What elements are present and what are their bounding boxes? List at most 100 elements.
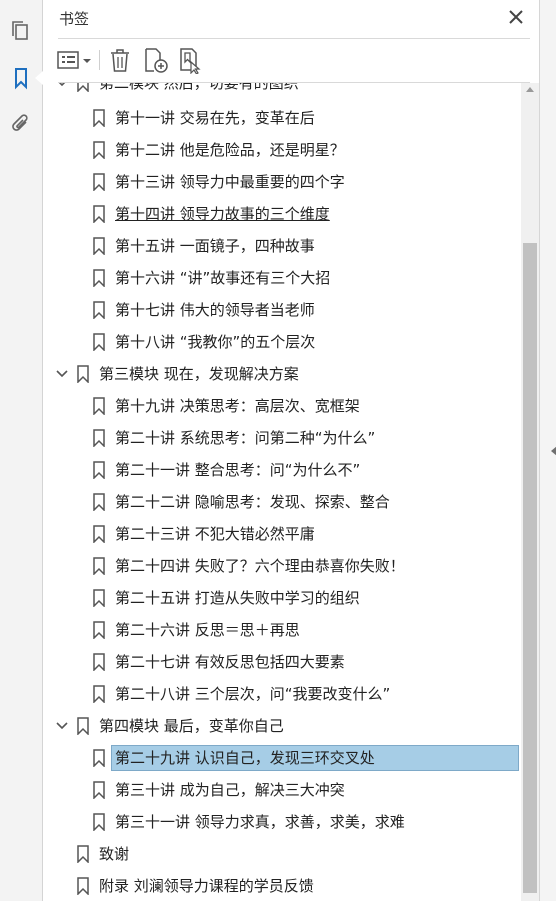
- bookmark-lecture-30[interactable]: 第三十讲 成为自己，解决三大冲突: [43, 776, 523, 804]
- bookmark-module-4[interactable]: 第四模块 最后，变革你自己: [43, 712, 523, 740]
- close-icon[interactable]: [505, 6, 527, 28]
- bookmark-lecture-23[interactable]: 第二十三讲 不犯大错必然平庸: [43, 520, 523, 548]
- new-bookmark-icon[interactable]: [142, 46, 170, 74]
- options-menu-icon[interactable]: [57, 46, 95, 74]
- bookmark-lecture-24[interactable]: 第二十四讲 失败了？六个理由恭喜你失败！: [43, 552, 523, 580]
- bookmark-lecture-20[interactable]: 第二十讲 系统思考：问第二种“为什么”: [43, 424, 523, 452]
- bookmark-lecture-11[interactable]: 第十一讲 交易在先，变革在后: [43, 104, 523, 132]
- bookmark-label: 第二十三讲 不犯大错必然平庸: [115, 525, 315, 543]
- bookmark-label: 第二十讲 系统思考：问第二种“为什么”: [115, 429, 376, 447]
- bookmark-icon: [93, 557, 105, 575]
- bookmark-icon: [93, 173, 105, 191]
- bookmark-label: 致谢: [99, 845, 130, 863]
- bookmark-icon: [93, 621, 105, 639]
- vertical-scrollbar[interactable]: [521, 83, 539, 901]
- bookmark-label: 第十四讲 领导力故事的三个维度: [115, 205, 330, 223]
- bookmark-label: 第十三讲 领导力中最重要的四个字: [115, 173, 345, 191]
- bookmark-label: 第二十一讲 整合思考：问“为什么不”: [115, 461, 361, 479]
- header-divider: [58, 38, 530, 39]
- active-panel-indicator: [35, 71, 43, 85]
- bookmark-icon[interactable]: [9, 66, 33, 90]
- bookmark-icon: [93, 109, 105, 127]
- attachment-icon[interactable]: [9, 112, 33, 136]
- bookmark-icon: [93, 269, 105, 287]
- bookmark-label: 第二模块 然后，切要有的图织: [99, 83, 299, 92]
- bookmarks-panel: 书签 第二模块 然后，切要有的图织 第十一讲 交易在先，变革在后 第十二讲 他是…: [43, 0, 539, 901]
- bookmark-icon: [77, 83, 89, 92]
- bookmark-icon: [93, 333, 105, 351]
- bookmark-lecture-14[interactable]: 第十四讲 领导力故事的三个维度: [43, 200, 523, 228]
- bookmark-label: 第三十讲 成为自己，解决三大冲突: [115, 781, 345, 799]
- bookmark-icon: [77, 877, 89, 895]
- bookmark-icon: [93, 429, 105, 447]
- bookmark-icon: [93, 813, 105, 831]
- scroll-thumb[interactable]: [523, 243, 537, 893]
- bookmark-lecture-19[interactable]: 第十九讲 决策思考：高层次、宽框架: [43, 392, 523, 420]
- bookmark-icon: [93, 141, 105, 159]
- bookmark-icon: [93, 397, 105, 415]
- chevron-down-icon[interactable]: [55, 83, 69, 90]
- bookmark-label: 第二十九讲 认识自己，发现三环交叉处: [111, 745, 519, 771]
- collapse-arrow-icon[interactable]: [551, 446, 556, 456]
- bookmark-label: 第二十四讲 失败了？六个理由恭喜你失败！: [115, 557, 405, 575]
- bookmark-label: 第二十七讲 有效反思包括四大要素: [115, 653, 345, 671]
- bookmark-label: 第二十五讲 打造从失败中学习的组织: [115, 589, 360, 607]
- delete-icon[interactable]: [108, 46, 132, 74]
- bookmark-icon: [77, 845, 89, 863]
- bookmark-lecture-12[interactable]: 第十二讲 他是危险品，还是明星？: [43, 136, 523, 164]
- bookmark-appendix[interactable]: 附录 刘澜领导力课程的学员反馈: [43, 872, 523, 900]
- bookmark-label: 附录 刘澜领导力课程的学员反馈: [99, 877, 314, 895]
- bookmark-icon: [93, 589, 105, 607]
- bookmark-lecture-29-selected[interactable]: 第二十九讲 认识自己，发现三环交叉处: [43, 744, 523, 772]
- bookmark-lecture-18[interactable]: 第十八讲 “我教你”的五个层次: [43, 328, 523, 356]
- bookmark-lecture-13[interactable]: 第十三讲 领导力中最重要的四个字: [43, 168, 523, 196]
- panel-title: 书签: [59, 10, 90, 28]
- bookmark-label: 第四模块 最后，变革你自己: [99, 717, 284, 735]
- bookmark-label: 第十六讲 “讲”故事还有三个大招: [115, 269, 331, 287]
- bookmarks-toolbar: [43, 44, 539, 78]
- bookmarks-tree: 第二模块 然后，切要有的图织 第十一讲 交易在先，变革在后 第十二讲 他是危险品…: [43, 83, 523, 901]
- bookmark-label: 第二十六讲 反思＝思＋再思: [115, 621, 300, 639]
- left-navigation-bar: [0, 0, 43, 901]
- bookmark-lecture-16[interactable]: 第十六讲 “讲”故事还有三个大招: [43, 264, 523, 292]
- pages-icon[interactable]: [9, 19, 33, 43]
- bookmark-icon: [93, 493, 105, 511]
- bookmark-icon: [77, 365, 89, 383]
- bookmark-label: 第十八讲 “我教你”的五个层次: [115, 333, 316, 351]
- bookmark-label: 第二十二讲 隐喻思考：发现、探索、整合: [115, 493, 390, 511]
- bookmark-label: 第十九讲 决策思考：高层次、宽框架: [115, 397, 360, 415]
- bookmark-label: 第十二讲 他是危险品，还是明星？: [115, 141, 345, 159]
- bookmark-lecture-31[interactable]: 第三十一讲 领导力求真，求善，求美，求难: [43, 808, 523, 836]
- toolbar-separator: [99, 50, 100, 70]
- bookmark-label: 第十七讲 伟大的领导者当老师: [115, 301, 315, 319]
- bookmark-icon: [93, 237, 105, 255]
- chevron-down-icon[interactable]: [55, 367, 69, 381]
- bookmark-label: 第三模块 现在，发现解决方案: [99, 365, 299, 383]
- bookmark-icon: [93, 301, 105, 319]
- bookmark-lecture-17[interactable]: 第十七讲 伟大的领导者当老师: [43, 296, 523, 324]
- bookmark-lecture-28[interactable]: 第二十八讲 三个层次，问“我要改变什么”: [43, 680, 523, 708]
- bookmark-icon: [93, 781, 105, 799]
- bookmark-lecture-15[interactable]: 第十五讲 一面镜子，四种故事: [43, 232, 523, 260]
- bookmark-icon: [77, 717, 89, 735]
- bookmark-acknowledgements[interactable]: 致谢: [43, 840, 523, 868]
- bookmark-lecture-26[interactable]: 第二十六讲 反思＝思＋再思: [43, 616, 523, 644]
- bookmark-label: 第三十一讲 领导力求真，求善，求美，求难: [115, 813, 405, 831]
- bookmark-label: 第二十八讲 三个层次，问“我要改变什么”: [115, 685, 391, 703]
- new-bookmark-from-structure-icon[interactable]: [177, 46, 205, 74]
- bookmark-lecture-21[interactable]: 第二十一讲 整合思考：问“为什么不”: [43, 456, 523, 484]
- bookmark-lecture-22[interactable]: 第二十二讲 隐喻思考：发现、探索、整合: [43, 488, 523, 516]
- bookmark-icon: [93, 653, 105, 671]
- chevron-down-icon[interactable]: [55, 719, 69, 733]
- panel-header: 书签: [43, 0, 539, 38]
- bookmark-label: 第十五讲 一面镜子，四种故事: [115, 237, 315, 255]
- bookmark-icon: [93, 461, 105, 479]
- scroll-up-arrow[interactable]: [526, 87, 534, 92]
- bookmark-module-3[interactable]: 第三模块 现在，发现解决方案: [43, 360, 523, 388]
- bookmark-icon: [93, 525, 105, 543]
- panel-splitter[interactable]: [539, 0, 556, 901]
- bookmark-icon: [93, 205, 105, 223]
- bookmark-lecture-27[interactable]: 第二十七讲 有效反思包括四大要素: [43, 648, 523, 676]
- bookmark-lecture-25[interactable]: 第二十五讲 打造从失败中学习的组织: [43, 584, 523, 612]
- bookmark-module-2[interactable]: 第二模块 然后，切要有的图织: [43, 83, 523, 97]
